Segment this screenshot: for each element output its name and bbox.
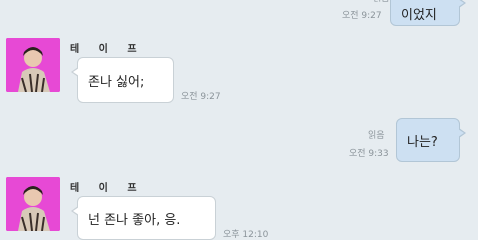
message-bubble-mine[interactable]: 이었지 — [390, 0, 466, 26]
avatar[interactable] — [6, 177, 60, 231]
message-text: 이었지 — [401, 7, 437, 23]
message-bubble-mine[interactable]: 나는? — [396, 118, 466, 162]
message-time: 오전 9:33 — [349, 149, 389, 159]
read-receipt: 읽음 — [368, 131, 385, 141]
avatar[interactable] — [6, 38, 60, 92]
message-time: 오전 9:27 — [181, 92, 221, 102]
message-bubble-theirs[interactable]: 존나 싫어; — [71, 57, 174, 103]
message-bubble-theirs[interactable]: 넌 존나 좋아, 응. — [71, 196, 216, 240]
sender-name: 테 이 프 — [70, 183, 145, 194]
message-text: 넌 존나 좋아, 응. — [88, 212, 181, 228]
message-time: 오후 12:10 — [223, 230, 269, 240]
profile-photo-icon — [6, 177, 60, 231]
message-text: 존나 싫어; — [88, 74, 145, 90]
profile-photo-icon — [6, 38, 60, 92]
message-text: 나는? — [407, 134, 438, 150]
message-time: 오전 9:27 — [342, 11, 382, 21]
read-receipt: 읽음 — [373, 0, 390, 4]
sender-name: 테 이 프 — [70, 44, 145, 55]
